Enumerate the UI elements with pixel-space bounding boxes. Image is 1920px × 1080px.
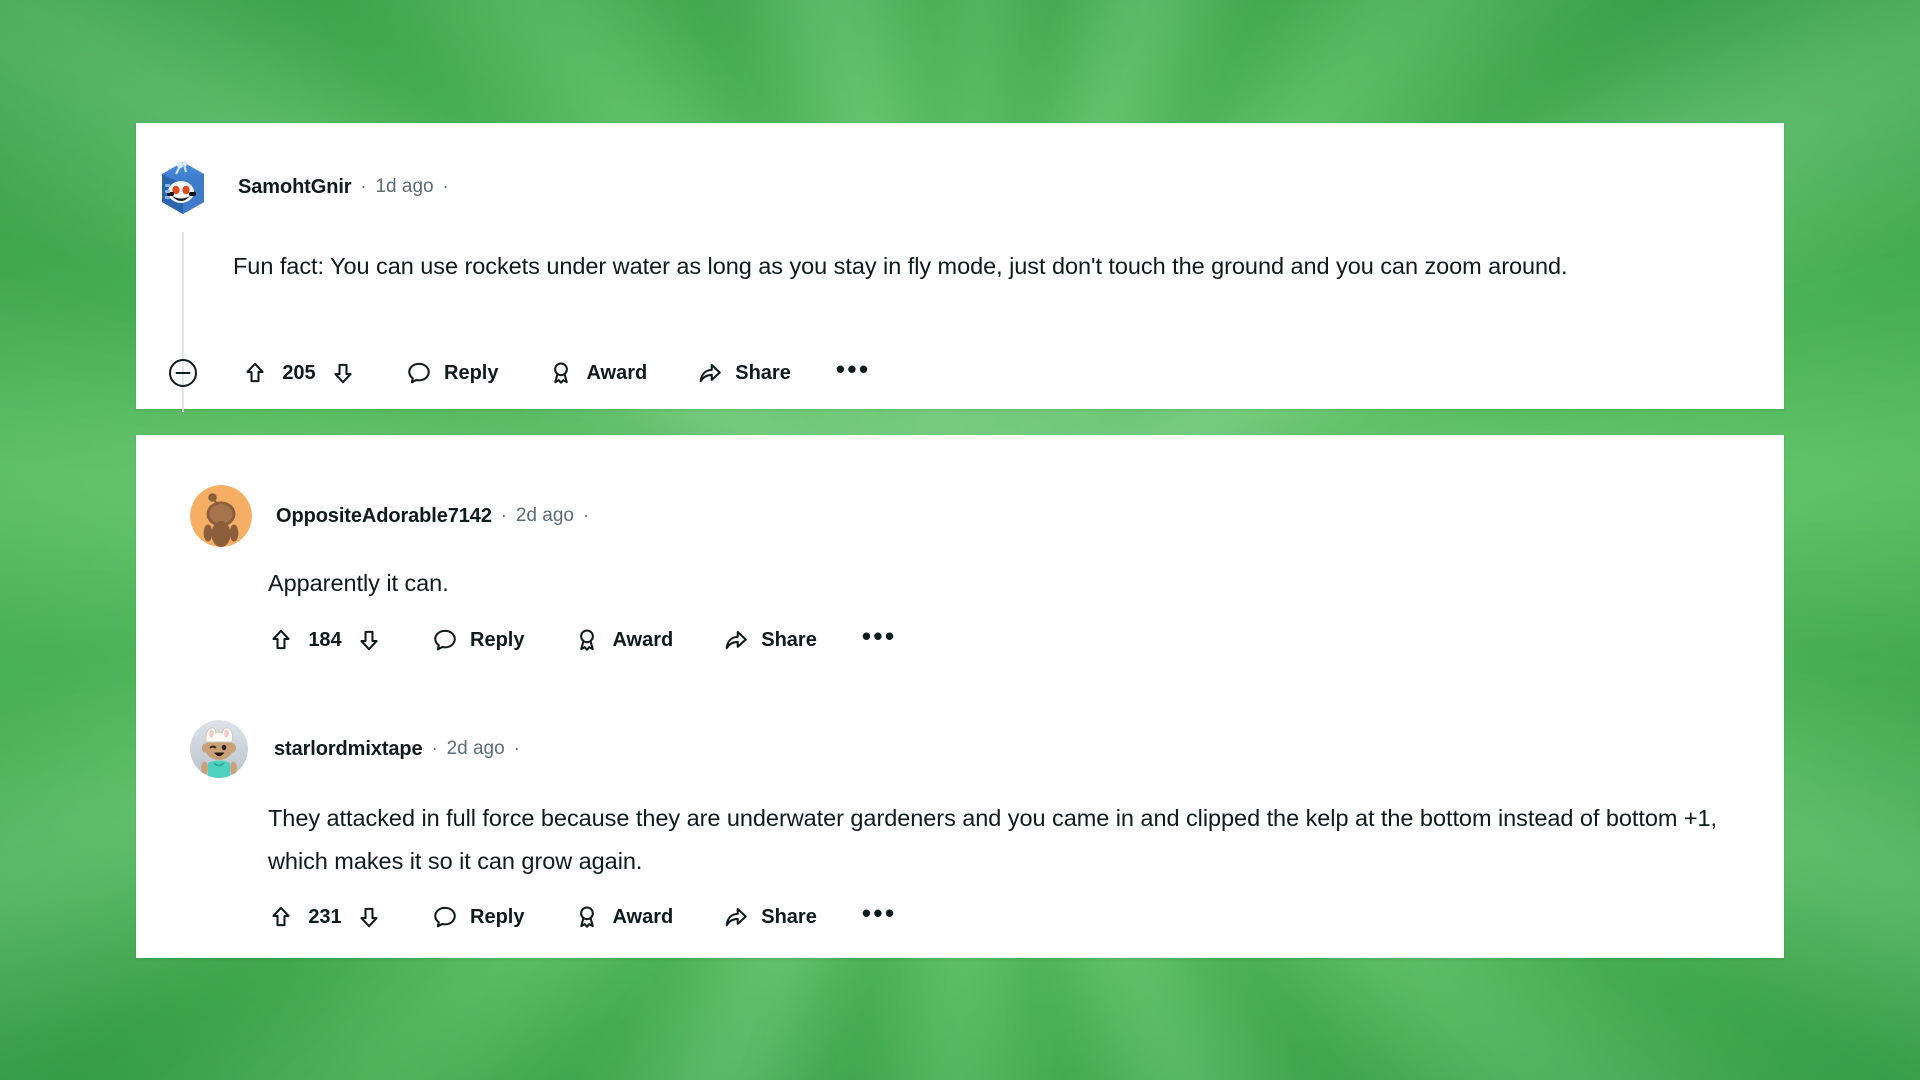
more-dots-icon-2: ••• bbox=[861, 621, 897, 651]
upvote-button-3[interactable] bbox=[268, 897, 294, 937]
more-dots-icon-3: ••• bbox=[861, 898, 897, 928]
comment-body-2: Apparently it can. bbox=[268, 570, 449, 596]
more-options-button-3[interactable]: ••• bbox=[862, 897, 897, 937]
comment-bubble-icon bbox=[406, 360, 432, 386]
award-button-2[interactable]: Award bbox=[574, 620, 673, 660]
comment-bubble-icon bbox=[432, 627, 458, 653]
comment-body-3: They attacked in full force because they… bbox=[268, 805, 1718, 874]
avatar-oppositeadorable7142[interactable] bbox=[190, 485, 252, 547]
comment-header-2: OppositeAdorable7142 · 2d ago · bbox=[190, 485, 598, 547]
comment-separator-1b: · bbox=[442, 176, 449, 196]
comment-bubble-icon bbox=[432, 904, 458, 930]
share-button-2[interactable]: Share bbox=[723, 620, 817, 660]
reply-button-1[interactable]: Reply bbox=[406, 353, 498, 393]
award-label-2: Award bbox=[612, 628, 674, 651]
share-button-1[interactable]: Share bbox=[697, 353, 791, 393]
comment-separator-1a: · bbox=[360, 176, 367, 196]
share-button-3[interactable]: Share bbox=[723, 897, 817, 937]
share-label-2: Share bbox=[761, 628, 817, 651]
award-button-1[interactable]: Award bbox=[548, 353, 647, 393]
comment-timestamp-2[interactable]: 2d ago bbox=[516, 505, 574, 527]
reply-label-3: Reply bbox=[470, 905, 525, 928]
collapse-comment-button-1[interactable] bbox=[166, 356, 200, 390]
award-label-1: Award bbox=[586, 361, 648, 384]
downvote-button-1[interactable] bbox=[330, 353, 356, 393]
reply-button-2[interactable]: Reply bbox=[432, 620, 524, 660]
vote-count-3: 231 bbox=[308, 905, 342, 928]
comment-header-3: starlordmixtape · 2d ago · bbox=[190, 720, 529, 778]
vote-group-1: 205 bbox=[242, 353, 356, 393]
upvote-button-2[interactable] bbox=[268, 620, 294, 660]
share-arrow-icon bbox=[723, 627, 749, 653]
comment-timestamp-3[interactable]: 2d ago bbox=[447, 738, 505, 760]
comment-username-1[interactable]: SamohtGnir bbox=[238, 176, 352, 199]
reply-label-1: Reply bbox=[444, 361, 499, 384]
vote-count-1: 205 bbox=[282, 361, 316, 384]
comment-actions-2: 184 Reply Award Share ••• bbox=[268, 620, 897, 660]
reply-button-3[interactable]: Reply bbox=[432, 897, 524, 937]
vote-group-3: 231 bbox=[268, 897, 382, 937]
comment-separator-3a: · bbox=[431, 738, 438, 758]
screenshot-root: SamohtGnir · 1d ago · Fun fact: You can … bbox=[0, 0, 1920, 1080]
more-dots-icon-1: ••• bbox=[835, 354, 871, 384]
comment-separator-3b: · bbox=[513, 738, 520, 758]
comment-timestamp-1[interactable]: 1d ago bbox=[375, 176, 433, 198]
share-arrow-icon bbox=[723, 904, 749, 930]
downvote-button-3[interactable] bbox=[356, 897, 382, 937]
more-options-button-1[interactable]: ••• bbox=[836, 353, 871, 393]
upvote-button-1[interactable] bbox=[242, 353, 268, 393]
vote-group-2: 184 bbox=[268, 620, 382, 660]
reply-label-2: Reply bbox=[470, 628, 525, 651]
comment-actions-1: 205 Reply Award Share ••• bbox=[166, 353, 871, 393]
downvote-button-2[interactable] bbox=[356, 620, 382, 660]
award-label-3: Award bbox=[612, 905, 674, 928]
comment-header-1: SamohtGnir · 1d ago · bbox=[152, 156, 458, 218]
award-badge-icon bbox=[574, 904, 600, 930]
comment-body-1: Fun fact: You can use rockets under wate… bbox=[233, 253, 1568, 279]
comment-username-2[interactable]: OppositeAdorable7142 bbox=[276, 505, 492, 528]
award-badge-icon bbox=[574, 627, 600, 653]
avatar-starlordmixtape[interactable] bbox=[190, 720, 248, 778]
share-label-3: Share bbox=[761, 905, 817, 928]
award-badge-icon bbox=[548, 360, 574, 386]
comment-separator-2a: · bbox=[500, 505, 507, 525]
more-options-button-2[interactable]: ••• bbox=[862, 620, 897, 660]
comment-separator-2b: · bbox=[582, 505, 589, 525]
comment-actions-3: 231 Reply Award Share ••• bbox=[268, 897, 897, 937]
avatar-samohtgnir[interactable] bbox=[152, 156, 214, 218]
vote-count-2: 184 bbox=[308, 628, 342, 651]
comment-username-3[interactable]: starlordmixtape bbox=[274, 738, 423, 761]
share-label-1: Share bbox=[735, 361, 791, 384]
share-arrow-icon bbox=[697, 360, 723, 386]
award-button-3[interactable]: Award bbox=[574, 897, 673, 937]
